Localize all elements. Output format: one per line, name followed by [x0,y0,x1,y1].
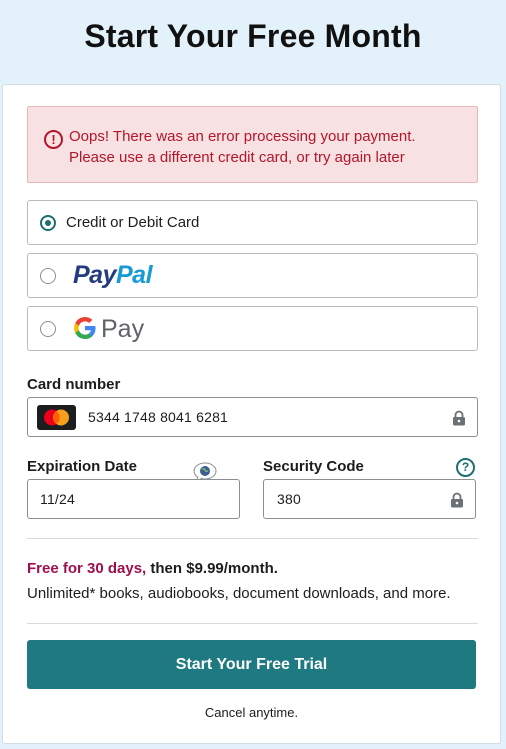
card-number-input[interactable]: 5344 1748 8041 6281 [27,397,478,437]
expiration-input[interactable]: 11/24 [27,479,240,519]
offer-details: Unlimited* books, audiobooks, document d… [27,585,451,602]
error-line-1: Oops! There was an error processing your… [69,128,416,145]
paypal-radio[interactable] [40,268,56,284]
page-title: Start Your Free Month [84,18,422,54]
alert-circle-icon: ! [44,130,63,149]
offer-free-text: Free for 30 days, [27,560,147,577]
card-radio[interactable] [40,215,56,231]
expiration-value: 11/24 [40,491,75,507]
checkout-card: ! Oops! There was an error processing yo… [2,84,501,744]
card-number-value: 5344 1748 8041 6281 [88,409,229,425]
card-number-label: Card number [27,376,121,393]
security-code-value: 380 [277,491,301,507]
error-message: Oops! There was an error processing your… [69,126,469,168]
payment-option-gpay[interactable]: Pay [27,306,478,351]
error-line-2: Please use a different credit card, or t… [69,149,405,166]
payment-option-paypal[interactable]: PayPal [27,253,478,298]
security-code-label: Security Code [263,458,364,475]
offer-price: Free for 30 days, then $9.99/month. [27,560,278,577]
gpay-radio[interactable] [40,321,56,337]
card-option-label: Credit or Debit Card [66,214,200,231]
error-alert: ! Oops! There was an error processing yo… [27,106,478,183]
lock-icon [453,410,465,426]
google-pay-logo: Pay [73,315,144,343]
payment-option-card[interactable]: Credit or Debit Card [27,200,478,245]
gpay-text: Pay [101,315,145,343]
offer-then-text: then $9.99/month. [146,560,278,577]
mastercard-icon [37,405,76,430]
lock-icon [451,492,463,508]
question-circle-icon[interactable]: ? [456,458,475,477]
expiration-label: Expiration Date [27,458,138,475]
cancel-note: Cancel anytime. [204,705,299,720]
divider [27,538,478,539]
google-g-icon [74,317,96,339]
divider [27,623,478,624]
start-free-trial-button[interactable]: Start Your Free Trial [27,640,476,689]
security-code-input[interactable]: 380 [263,479,476,519]
paypal-logo: PayPal [73,261,153,289]
